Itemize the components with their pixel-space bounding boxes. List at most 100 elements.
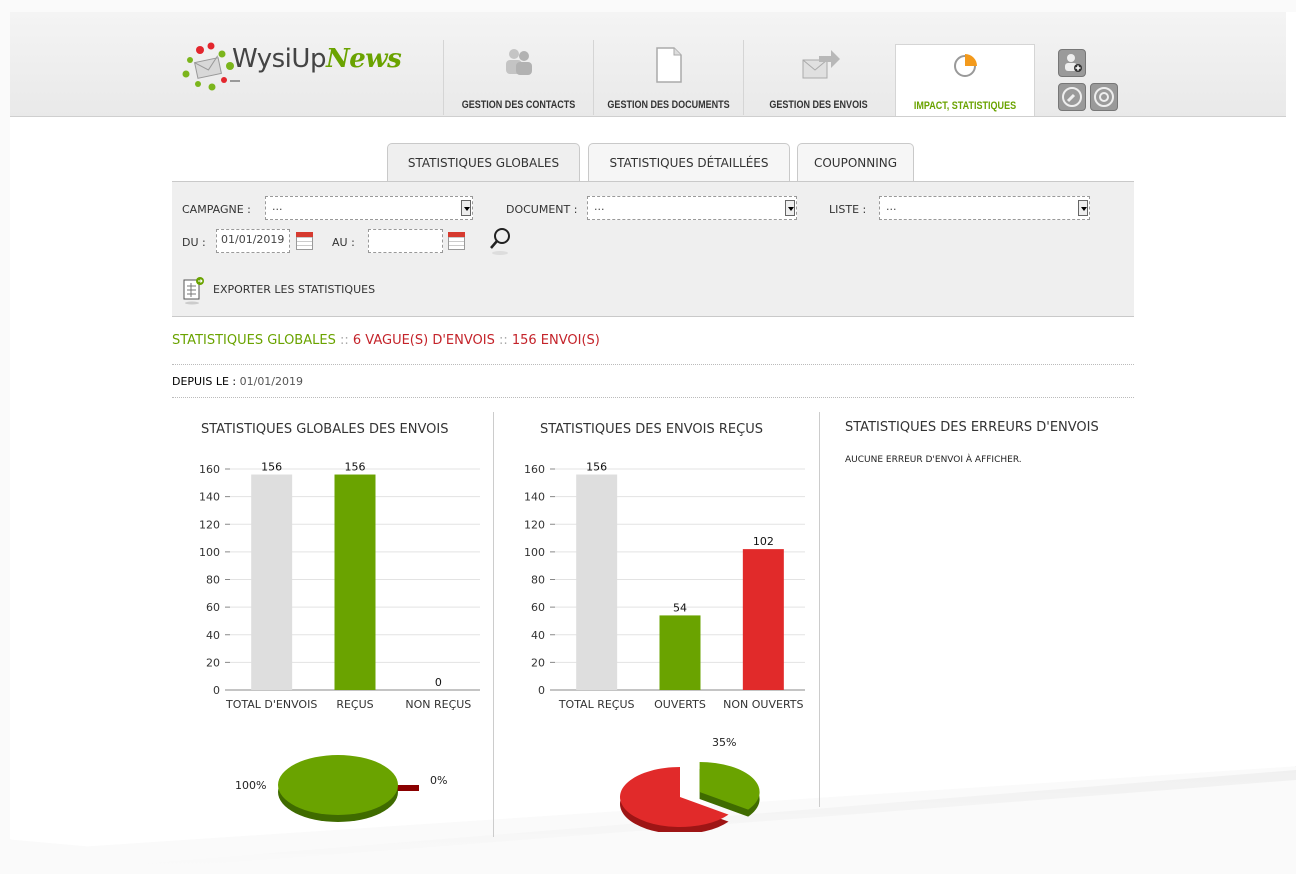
document-icon (655, 47, 682, 83)
pie-label: 0% (430, 774, 447, 787)
bar-chart-envois: 0 20 40 60 80 100 120 140 160 156 TOTAL D'ENVOIS 15… (199, 461, 480, 711)
tab-gestion-contacts[interactable]: GESTION DES CONTACTS (443, 40, 593, 115)
summary-title: STATISTIQUES GLOBALES (172, 333, 336, 348)
tab-label: GESTION DES DOCUMENTS (607, 99, 730, 111)
date-to-input[interactable] (368, 229, 443, 253)
depuis-line: DEPUIS LE : 01/01/2019 (172, 375, 303, 388)
no-errors-message: AUCUNE ERREUR D'ENVOI À AFFICHER. (845, 455, 1022, 465)
campagne-select[interactable]: ... (265, 196, 473, 220)
bar (576, 474, 618, 690)
pie-chart-icon (954, 54, 977, 77)
chevron-down-icon (1078, 200, 1088, 216)
tab-impact-statistiques[interactable]: IMPACT, STATISTIQUES (895, 44, 1035, 116)
date-from-input[interactable]: 01/01/2019 (216, 229, 290, 253)
bar-value-label: 102 (753, 535, 774, 548)
document-label: DOCUMENT : (506, 203, 578, 216)
bar (659, 615, 701, 690)
send-envelope-icon (802, 50, 840, 79)
y-tick-label: 20 (206, 656, 220, 669)
pie-chart-envois: 100% 0% (235, 755, 447, 822)
bar-value-label: 156 (345, 461, 366, 474)
summary-separator: :: (494, 333, 512, 348)
y-tick-label: 40 (206, 629, 220, 642)
subtab-statistiques-globales[interactable]: STATISTIQUES GLOBALES (387, 143, 580, 182)
x-tick-label: NON OUVERTS (723, 698, 803, 711)
summary-line: STATISTIQUES GLOBALES :: 6 VAGUE(S) D'EN… (172, 333, 600, 348)
subtab-statistiques-detaillees[interactable]: STATISTIQUES DÉTAILLÉES (588, 143, 790, 181)
pie-chart-recus: 35% (620, 736, 760, 832)
document-select[interactable]: ... (587, 196, 797, 220)
column-separator (819, 412, 820, 807)
calendar-icon[interactable] (448, 232, 465, 250)
tools-button[interactable] (1058, 83, 1086, 111)
y-tick-label: 120 (524, 518, 545, 531)
liste-select[interactable]: ... (879, 196, 1090, 220)
search-icon[interactable] (488, 226, 514, 256)
tab-label: GESTION DES CONTACTS (461, 99, 576, 111)
y-tick-label: 140 (524, 491, 545, 504)
y-tick-label: 120 (199, 518, 220, 531)
column-separator (493, 412, 494, 837)
subtab-couponning[interactable]: COUPONNING (797, 143, 914, 181)
bar-value-label: 0 (435, 676, 442, 689)
divider (172, 364, 1134, 365)
app-logo[interactable]: WysiUpNews (178, 40, 408, 100)
pie-label: 100% (235, 779, 266, 792)
logo-wordmark: WysiUpNews (232, 44, 402, 74)
au-label: AU : (332, 236, 355, 249)
bar-value-label: 54 (673, 601, 687, 614)
pie-slice (278, 755, 398, 815)
du-label: DU : (182, 236, 206, 249)
y-tick-label: 140 (199, 491, 220, 504)
y-tick-label: 160 (524, 463, 545, 476)
y-tick-label: 0 (213, 684, 220, 697)
section-title-recus: STATISTIQUES DES ENVOIS REÇUS (540, 422, 763, 437)
date-from-value: 01/01/2019 (221, 233, 285, 246)
summary-separator: :: (335, 333, 353, 348)
settings-button[interactable] (1090, 83, 1118, 111)
calendar-icon[interactable] (296, 232, 313, 250)
bar-chart-recus: 0 20 40 60 80 100 120 140 160 156 TOTAL REÇUS 54 OUV… (524, 461, 805, 711)
add-user-button[interactable] (1058, 49, 1086, 77)
y-tick-label: 40 (531, 629, 545, 642)
bar-value-label: 156 (261, 461, 282, 474)
x-tick-label: OUVERTS (654, 698, 706, 711)
depuis-label: DEPUIS LE : (172, 375, 237, 388)
summary-envois: 156 ENVOI(S) (511, 333, 600, 348)
tab-gestion-envois[interactable]: GESTION DES ENVOIS (743, 40, 893, 115)
bar-value-label: 156 (586, 461, 607, 474)
y-tick-label: 80 (531, 574, 545, 587)
chevron-down-icon (785, 200, 795, 216)
pie-label: 35% (712, 736, 736, 749)
wrench-icon (1062, 87, 1082, 107)
liste-value: ... (886, 200, 897, 213)
x-tick-label: TOTAL D'ENVOIS (225, 698, 317, 711)
tab-gestion-documents[interactable]: GESTION DES DOCUMENTS (593, 40, 743, 115)
filters-panel (172, 181, 1134, 267)
x-tick-label: NON REÇUS (405, 698, 471, 711)
y-tick-label: 60 (531, 601, 545, 614)
pie-zero-slice (395, 785, 419, 791)
y-tick-label: 100 (199, 546, 220, 559)
bar (334, 474, 376, 690)
y-tick-label: 60 (206, 601, 220, 614)
contacts-icon (505, 49, 532, 75)
y-tick-label: 20 (531, 656, 545, 669)
divider (172, 397, 1134, 398)
export-stats-link[interactable]: EXPORTER LES STATISTIQUES (213, 283, 375, 296)
bar (251, 474, 293, 690)
section-title-erreurs: STATISTIQUES DES ERREURS D'ENVOIS (845, 420, 1099, 435)
campagne-label: CAMPAGNE : (182, 203, 251, 216)
export-spreadsheet-icon[interactable] (182, 276, 206, 306)
campagne-value: ... (272, 200, 283, 213)
add-user-icon (1065, 54, 1082, 72)
pie-slice (699, 762, 760, 810)
tab-label: GESTION DES ENVOIS (769, 99, 868, 111)
gear-icon (1094, 87, 1114, 107)
liste-label: LISTE : (829, 203, 867, 216)
x-tick-label: TOTAL REÇUS (558, 698, 635, 711)
chevron-down-icon (461, 200, 471, 216)
y-tick-label: 0 (538, 684, 545, 697)
summary-vagues: 6 VAGUE(S) D'ENVOIS (352, 333, 495, 348)
tab-label: IMPACT, STATISTIQUES (913, 100, 1017, 112)
